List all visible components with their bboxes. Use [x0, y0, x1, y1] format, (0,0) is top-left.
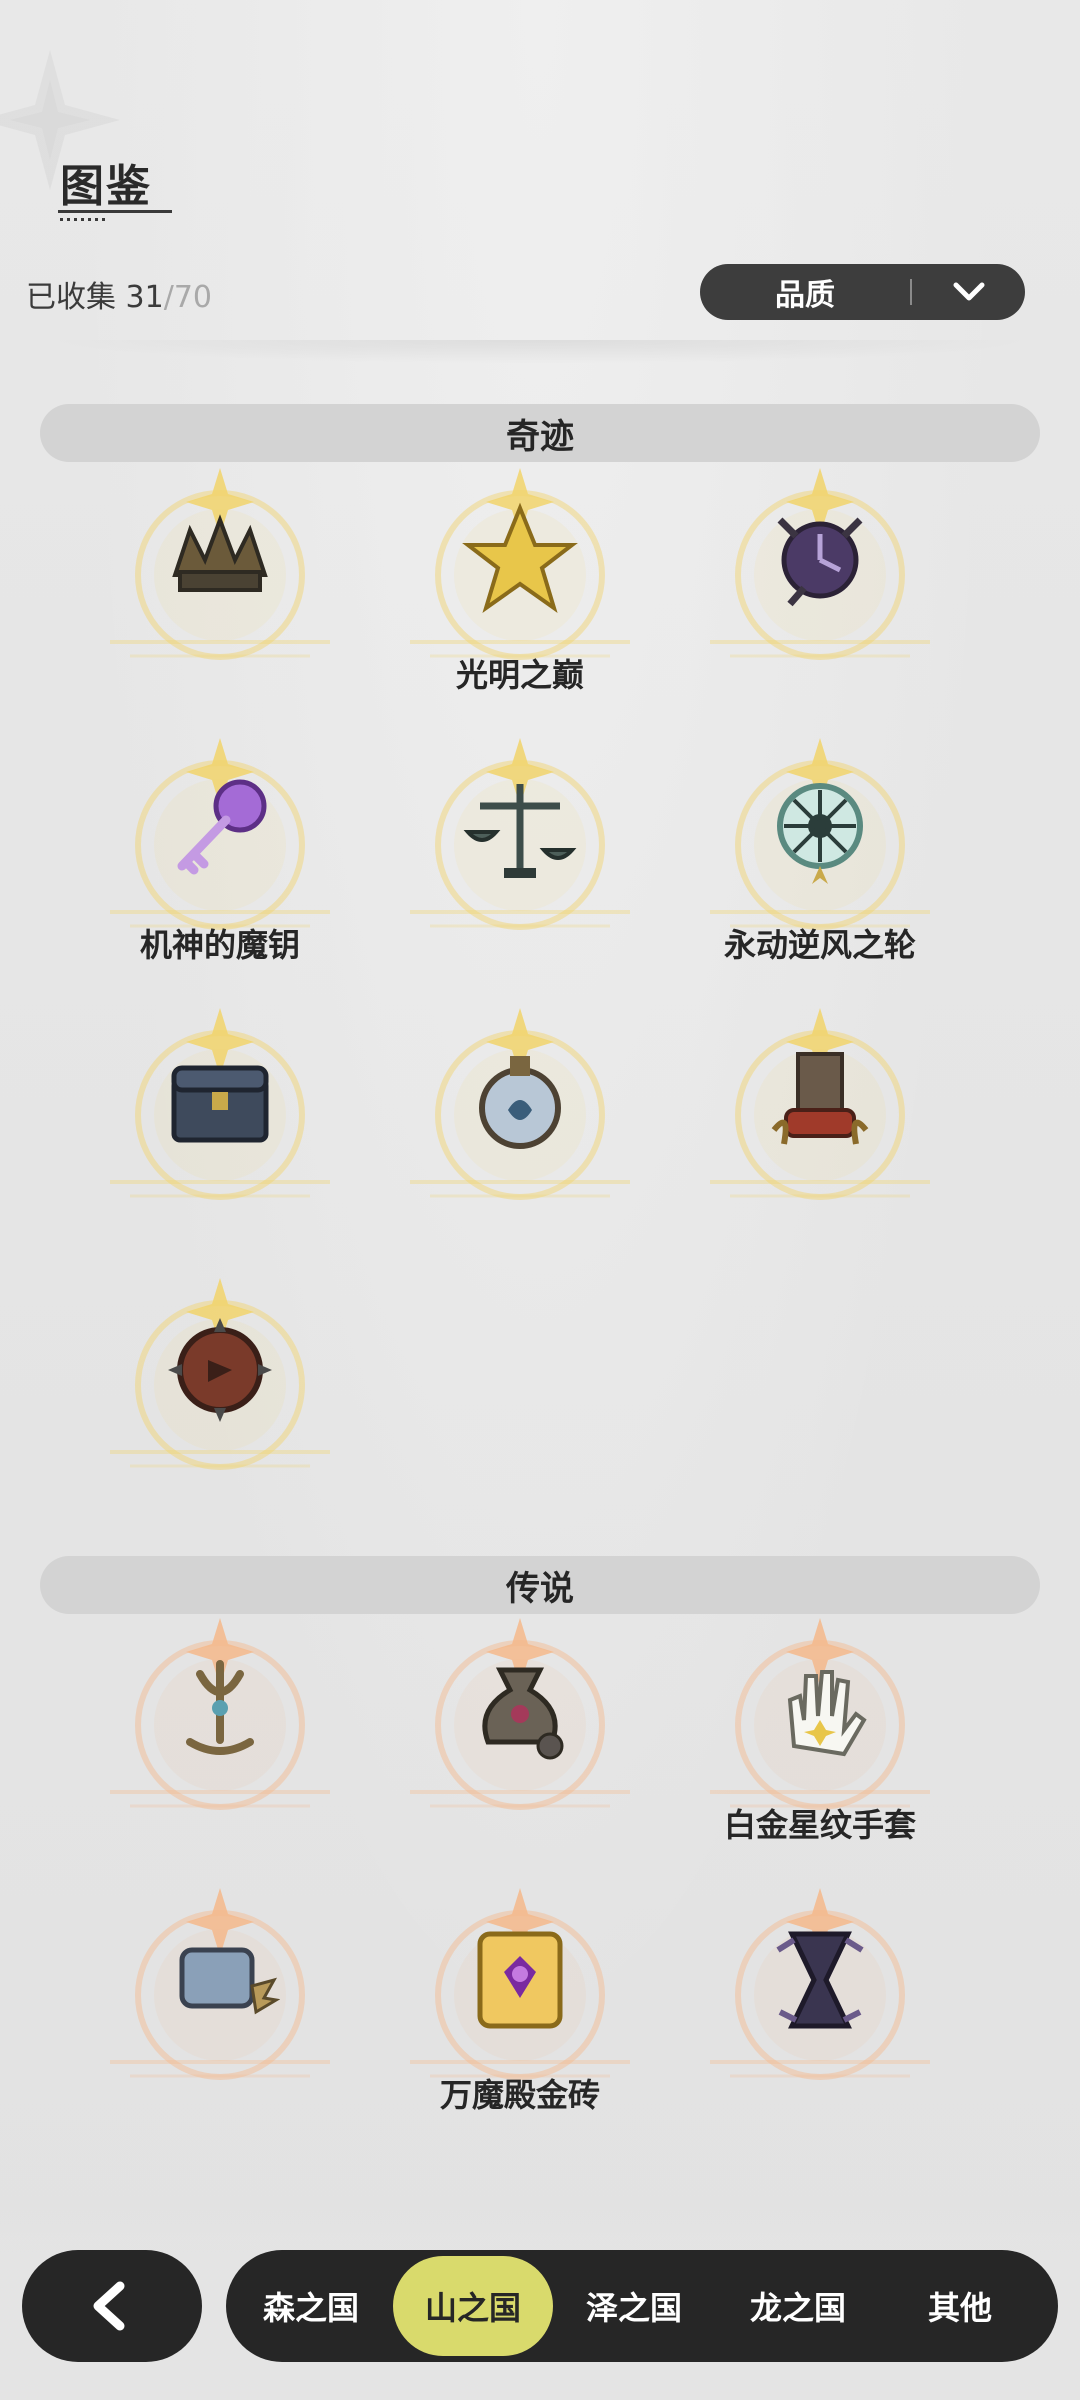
sort-label: 品质 — [775, 278, 835, 313]
item-name: 光明之巅 — [455, 656, 584, 694]
red-throne-icon — [771, 1052, 869, 1145]
header-shadow — [40, 340, 1040, 364]
dark-hourglass-icon — [776, 1931, 864, 2029]
collection-item[interactable]: 机神的魔钥 — [90, 730, 350, 980]
gold-book-icon — [477, 1931, 563, 2029]
winged-scroll-icon — [179, 1947, 280, 2015]
item-name: 白金星纹手套 — [723, 1806, 916, 1844]
collection-item[interactable]: 永动逆风之轮 — [690, 730, 950, 980]
bronze-shield-icon — [168, 1318, 272, 1422]
tab-other[interactable]: 其他 — [880, 2256, 1040, 2356]
collection-item[interactable]: 光明之巅 — [390, 460, 650, 710]
region-tab-bar: 森之国 山之国 泽之国 龙之国 其他 — [226, 2250, 1058, 2362]
collection-item[interactable] — [690, 1880, 950, 2130]
golden-star-crystal-icon — [462, 502, 578, 613]
treasure-chest-icon — [171, 1065, 269, 1143]
collection-item[interactable]: 万魔殿金砖 — [390, 1880, 650, 2130]
collection-item[interactable] — [90, 1610, 350, 1860]
tab-mountain-kingdom[interactable]: 山之国 — [393, 2256, 553, 2356]
collection-item[interactable] — [690, 460, 950, 710]
purple-clock-icon — [777, 517, 863, 607]
section-header-legend: 传说 — [40, 1556, 1040, 1614]
collection-item[interactable] — [690, 1000, 950, 1250]
purple-key-icon — [177, 779, 267, 875]
collection-item[interactable] — [390, 730, 650, 980]
title-underline — [58, 210, 172, 213]
collection-item[interactable] — [90, 1880, 350, 2130]
tab-dragon-kingdom[interactable]: 龙之国 — [718, 2256, 878, 2356]
quality-sort-dropdown[interactable]: 品质 — [700, 264, 1025, 320]
page-title: 图鉴 — [60, 161, 152, 212]
item-name: 永动逆风之轮 — [723, 926, 916, 964]
bronze-broken-crown-icon — [172, 514, 268, 592]
collected-total: /70 — [163, 280, 212, 315]
collected-label: 已收集 31 — [26, 280, 164, 315]
back-button[interactable] — [22, 2250, 202, 2362]
collection-item[interactable]: 白金星纹手套 — [690, 1610, 950, 1860]
bronze-scales-icon — [463, 784, 577, 878]
collection-item[interactable] — [390, 1000, 650, 1250]
section-header-miracle: 奇迹 — [40, 404, 1040, 462]
tab-marsh-kingdom[interactable]: 泽之国 — [554, 2256, 714, 2356]
collection-item[interactable] — [90, 460, 350, 710]
collected-count: 已收集 31/70 — [26, 272, 212, 316]
item-name: 万魔殿金砖 — [439, 2076, 600, 2114]
wind-wheel-icon — [777, 783, 863, 884]
white-glove-icon — [787, 1670, 867, 1757]
collection-item[interactable] — [90, 1000, 350, 1250]
flask-orb-icon — [479, 1056, 561, 1149]
collection-item[interactable] — [390, 1610, 650, 1860]
title-dots — [60, 218, 106, 221]
bronze-sack-icon — [482, 1667, 564, 1760]
back-arrow-icon — [93, 2281, 125, 2331]
collection-item[interactable] — [90, 1270, 350, 1520]
tab-forest-kingdom[interactable]: 森之国 — [231, 2256, 391, 2356]
chevron-down-icon[interactable] — [912, 280, 1025, 304]
item-name: 机神的魔钥 — [139, 926, 300, 964]
bronze-trident-icon — [186, 1660, 254, 1755]
